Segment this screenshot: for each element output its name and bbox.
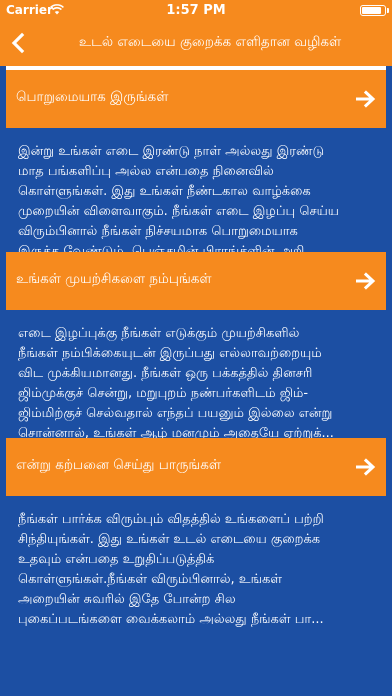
tip-card-header[interactable]: பொறுமையாக இருங்கள் xyxy=(6,70,386,128)
tip-body: நீங்கள் பார்க்க விரும்பும் விதத்தில் உங்… xyxy=(6,496,386,627)
page-title: உடல் எடையை குறைக்க எளிதான வழிகள் xyxy=(78,34,342,50)
tip-heading: பொறுமையாக இருங்கள் xyxy=(16,89,169,105)
tip-card-header[interactable]: என்று கற்பனை செய்து பாருங்கள் xyxy=(6,438,386,496)
tip-text: இன்று உங்கள் எடை இரண்டு நாள் அல்லது இரண்… xyxy=(18,144,339,259)
chevron-left-icon[interactable] xyxy=(6,30,32,56)
tip-card-header[interactable]: உங்கள் முயற்சிகளை நம்புங்கள் xyxy=(6,252,386,310)
tip-text: எடை இழப்புக்கு நீங்கள் எடுக்கும் முயற்சி… xyxy=(18,326,334,441)
navigation-bar: உடல் எடையை குறைக்க எளிதான வழிகள் xyxy=(0,20,392,66)
tip-body: எடை இழப்புக்கு நீங்கள் எடுக்கும் முயற்சி… xyxy=(6,310,386,441)
tip-card-2[interactable]: உங்கள் முயற்சிகளை நம்புங்கள் எடை இழப்புக… xyxy=(6,252,386,441)
tip-card-1[interactable]: பொறுமையாக இருங்கள் இன்று உங்கள் எடை இரண்… xyxy=(6,66,386,259)
tip-heading: உங்கள் முயற்சிகளை நம்புங்கள் xyxy=(16,271,212,287)
arrow-right-icon[interactable] xyxy=(356,458,376,476)
status-bar: Carrier 1:57 PM xyxy=(0,0,392,20)
tip-text: நீங்கள் பார்க்க விரும்பும் விதத்தில் உங்… xyxy=(18,512,324,627)
arrow-right-icon[interactable] xyxy=(356,272,376,290)
tip-heading: என்று கற்பனை செய்து பாருங்கள் xyxy=(16,457,222,473)
clock: 1:57 PM xyxy=(166,3,226,18)
battery-icon xyxy=(360,5,389,16)
tip-body: இன்று உங்கள் எடை இரண்டு நாள் அல்லது இரண்… xyxy=(6,128,386,259)
arrow-right-icon[interactable] xyxy=(356,90,376,108)
tip-card-3[interactable]: என்று கற்பனை செய்து பாருங்கள் நீங்கள் பா… xyxy=(6,438,386,627)
